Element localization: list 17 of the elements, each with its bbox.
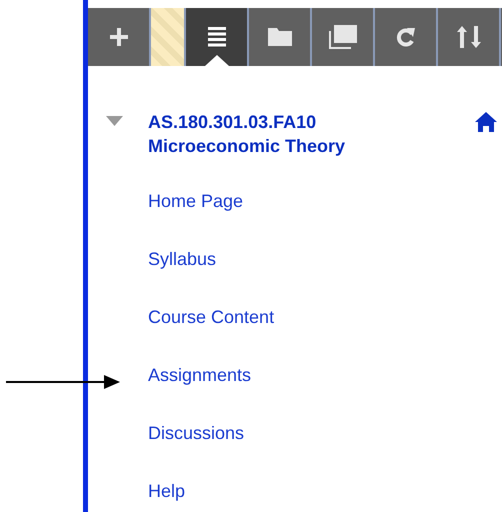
list-icon xyxy=(208,27,226,47)
plus-icon xyxy=(110,28,128,46)
menu-link[interactable]: Syllabus xyxy=(148,248,216,270)
refresh-icon xyxy=(396,26,416,48)
menu-link[interactable]: Discussions xyxy=(148,422,244,444)
home-icon[interactable] xyxy=(475,112,497,132)
sort-icon xyxy=(456,26,480,48)
menu-link[interactable]: Course Content xyxy=(148,306,274,328)
drag-handle[interactable] xyxy=(151,8,186,66)
folder-icon xyxy=(268,28,292,46)
toolbar-button[interactable] xyxy=(186,8,249,66)
windows-icon xyxy=(328,25,356,49)
menu-link[interactable]: Home Page xyxy=(148,190,244,212)
course-title[interactable]: AS.180.301.03.FA10 Microeconomic Theory xyxy=(148,110,475,158)
collapse-icon[interactable] xyxy=(106,116,123,126)
menu-link[interactable]: Help xyxy=(148,480,186,502)
menu-link[interactable]: Assignments xyxy=(148,364,252,386)
